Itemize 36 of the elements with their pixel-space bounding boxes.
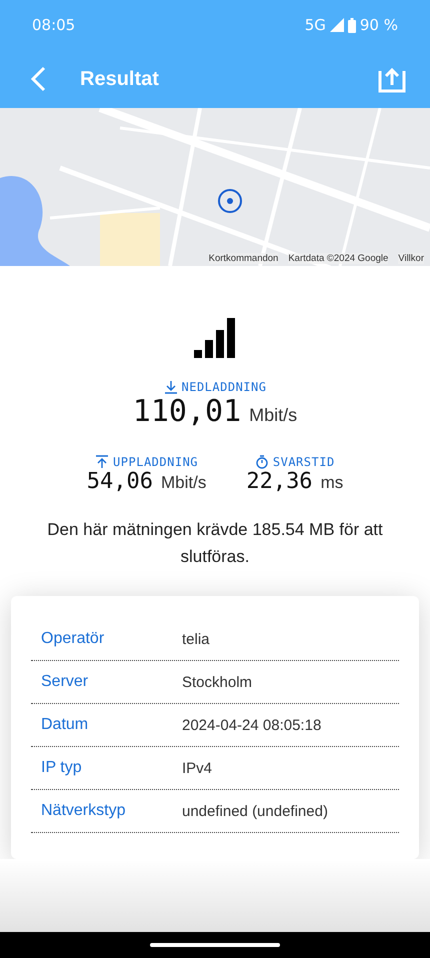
share-button[interactable] xyxy=(378,65,406,93)
metric-unit: ms xyxy=(320,473,344,493)
detail-label: Server xyxy=(40,673,90,691)
screen-title: Resultat xyxy=(80,68,160,90)
stopwatch-icon xyxy=(254,455,269,469)
signal-icon xyxy=(330,18,344,32)
battery-level: 90 % xyxy=(360,16,398,34)
detail-value: Stockholm xyxy=(182,674,252,690)
detail-label: Operatör xyxy=(40,630,106,648)
signal-bars-icon xyxy=(194,318,236,360)
metric-label: SVARSTID xyxy=(272,455,335,469)
home-handle[interactable] xyxy=(150,943,280,947)
battery-icon xyxy=(348,18,356,32)
detail-value: telia xyxy=(182,630,210,648)
data-usage-note: Den här mätningen krävde 185.54 MB för att slutföras. xyxy=(46,519,384,568)
back-button[interactable] xyxy=(30,66,46,92)
download-icon xyxy=(164,380,178,394)
detail-value: IPv4 xyxy=(182,760,212,776)
detail-value: undefined (undefined) xyxy=(182,802,328,820)
metric-unit: Mbit/s xyxy=(249,405,298,426)
detail-label: IP typ xyxy=(40,759,83,777)
map-attribution-link[interactable]: Villkor xyxy=(398,253,424,264)
metric-label: NEDLADDNING xyxy=(182,380,266,394)
detail-value: 2024-04-24 08:05:18 xyxy=(182,716,322,734)
detail-label: Nätverkstyp xyxy=(40,802,126,820)
metric-value: 54,06 xyxy=(86,469,153,494)
metric-value: 110,01 xyxy=(132,394,242,429)
metric-label: UPPLADDNING xyxy=(113,455,198,469)
network-type: 5G xyxy=(304,16,326,34)
metric-unit: Mbit/s xyxy=(160,473,206,493)
map-attribution-link[interactable]: Kartdata ©2024 Google xyxy=(288,253,388,264)
clock-time: 08:05 xyxy=(32,16,76,34)
detail-label: Datum xyxy=(40,716,90,734)
map-attribution-link[interactable]: Kortkommandon xyxy=(208,253,278,264)
upload-icon xyxy=(95,455,110,469)
metric-value: 22,36 xyxy=(246,469,313,494)
